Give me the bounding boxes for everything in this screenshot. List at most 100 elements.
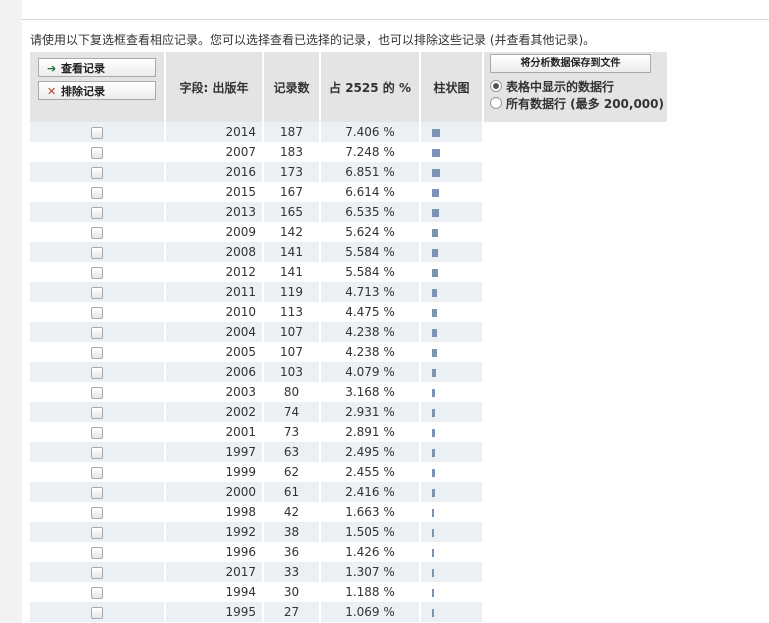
spacer-cell [484,202,667,222]
percent-cell: 5.624 % [321,222,419,242]
row-checkbox-cell [30,502,164,522]
year-cell: 2011 [166,282,262,302]
row-checkbox[interactable] [91,306,103,319]
spacer-cell [484,502,667,522]
histogram-bar [432,428,435,437]
row-checkbox[interactable] [91,286,103,299]
table-row: 2011 119 4.713 % [30,282,667,302]
row-checkbox[interactable] [91,446,103,459]
table-row: 2012 141 5.584 % [30,262,667,282]
histogram-bar [432,408,435,417]
row-checkbox[interactable] [91,566,103,579]
radio-all-rows[interactable]: 所有数据行 (最多 200,000) [490,96,667,113]
bar-cell [421,382,482,402]
count-cell: 80 [264,382,319,402]
spacer-cell [484,262,667,282]
count-cell: 107 [264,322,319,342]
table-row: 2016 173 6.851 % [30,162,667,182]
row-checkbox[interactable] [91,506,103,519]
spacer-cell [484,242,667,262]
count-cell: 30 [264,582,319,602]
percent-cell: 1.307 % [321,562,419,582]
table-row: 2015 167 6.614 % [30,182,667,202]
percent-cell: 6.614 % [321,182,419,202]
row-checkbox-cell [30,582,164,602]
row-checkbox[interactable] [91,126,103,139]
instruction-text: 请使用以下复选框查看相应记录。您可以选择查看已选择的记录，也可以排除这些记录 (… [30,33,596,47]
row-checkbox[interactable] [91,326,103,339]
count-cell: 141 [264,262,319,282]
histogram-bar [432,148,440,157]
histogram-bar [432,168,440,177]
row-checkbox[interactable] [91,346,103,359]
row-checkbox[interactable] [91,226,103,239]
row-checkbox[interactable] [91,406,103,419]
view-records-button[interactable]: ➔ 查看记录 [38,58,156,77]
row-checkbox[interactable] [91,526,103,539]
row-checkbox[interactable] [91,466,103,479]
row-checkbox[interactable] [91,486,103,499]
row-checkbox[interactable] [91,246,103,259]
row-checkbox-cell [30,462,164,482]
spacer-cell [484,122,667,142]
histogram-bar [432,388,435,397]
table-row: 2014 187 7.406 % [30,122,667,142]
percent-cell: 2.495 % [321,442,419,462]
radio-shown-rows[interactable]: 表格中显示的数据行 [490,79,667,96]
percent-cell: 1.426 % [321,542,419,562]
row-checkbox[interactable] [91,606,103,619]
percent-cell: 4.238 % [321,322,419,342]
count-cell: 165 [264,202,319,222]
row-checkbox-cell [30,402,164,422]
histogram-bar [432,508,434,517]
percent-cell: 4.713 % [321,282,419,302]
percent-cell: 5.584 % [321,262,419,282]
histogram-bar [432,488,435,497]
histogram-bar [432,328,437,337]
histogram-bar [432,588,434,597]
exclude-records-button[interactable]: ✕ 排除记录 [38,81,156,100]
year-cell: 2014 [166,122,262,142]
histogram-bar [432,228,438,237]
exclude-records-label: 排除记录 [61,85,105,98]
row-checkbox[interactable] [91,426,103,439]
row-checkbox-cell [30,482,164,502]
row-checkbox-cell [30,142,164,162]
year-cell: 2009 [166,222,262,242]
row-checkbox[interactable] [91,266,103,279]
row-checkbox[interactable] [91,366,103,379]
count-cell: 119 [264,282,319,302]
row-checkbox[interactable] [91,146,103,159]
row-checkbox-cell [30,362,164,382]
row-checkbox[interactable] [91,386,103,399]
row-checkbox[interactable] [91,166,103,179]
count-cell: 73 [264,422,319,442]
bar-cell [421,242,482,262]
count-cell: 27 [264,602,319,622]
bar-cell [421,302,482,322]
year-cell: 1996 [166,542,262,562]
radio-unselected-icon [490,97,502,109]
bar-cell [421,282,482,302]
row-checkbox-cell [30,382,164,402]
spacer-cell [484,582,667,602]
close-icon: ✕ [47,85,57,98]
spacer-cell [484,162,667,182]
spacer-cell [484,442,667,462]
row-checkbox-cell [30,202,164,222]
percent-cell: 1.663 % [321,502,419,522]
row-checkbox[interactable] [91,186,103,199]
year-cell: 2002 [166,402,262,422]
table-header-row: ➔ 查看记录 ✕ 排除记录 字段: 出版年 记录数 占 2525 的 % 柱状图 将… [30,52,667,122]
year-cell: 2000 [166,482,262,502]
bar-cell [421,142,482,162]
row-checkbox[interactable] [91,586,103,599]
row-checkbox[interactable] [91,206,103,219]
year-cell: 1995 [166,602,262,622]
count-cell: 141 [264,242,319,262]
save-analysis-button[interactable]: 将分析数据保存到文件 [490,54,651,73]
bar-cell [421,182,482,202]
row-checkbox[interactable] [91,546,103,559]
spacer-cell [484,342,667,362]
row-checkbox-cell [30,122,164,142]
